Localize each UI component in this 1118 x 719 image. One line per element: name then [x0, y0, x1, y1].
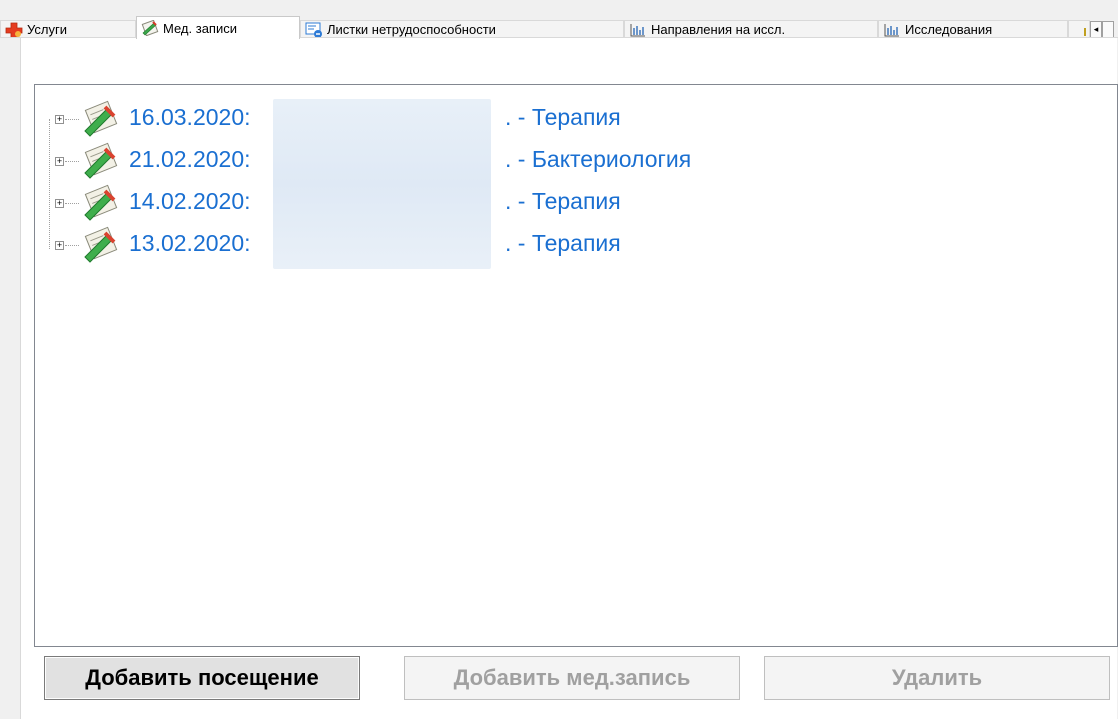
tab-strip: Услуги Мед. записи Листки нетрудоспособн…	[0, 0, 1118, 39]
tab-scroll-buttons: ◂	[1090, 21, 1114, 38]
research-chart-icon	[884, 23, 899, 36]
record-department: . - Терапия	[505, 104, 621, 130]
research-chart-icon	[630, 23, 645, 36]
tab-label: Мед. записи	[163, 20, 237, 36]
medical-record-icon	[141, 20, 159, 36]
record-department: . - Терапия	[505, 188, 621, 214]
add-medical-record-button[interactable]: Добавить мед.запись	[404, 656, 740, 700]
tab-scroll-right-button[interactable]	[1102, 21, 1114, 38]
expand-icon[interactable]: +	[55, 199, 64, 208]
tree-node-record[interactable]: + 14.02.2020: . - Терапия	[45, 183, 945, 223]
medical-records-tree[interactable]: + 16.03.2020: . - Терапия + 21.02.2020: …	[34, 84, 1118, 647]
record-date: 21.02.2020:	[129, 146, 251, 172]
tab-sick-leave[interactable]: Листки нетрудоспособности	[300, 20, 624, 38]
tab-partial[interactable]	[1068, 20, 1090, 38]
tree-connector-line	[65, 245, 79, 246]
tab-label: Исследования	[905, 22, 993, 37]
tree-connector-line	[65, 203, 79, 204]
tree-node-record[interactable]: + 16.03.2020: . - Терапия	[45, 99, 945, 139]
tab-medical-records[interactable]: Мед. записи	[136, 16, 300, 39]
tree-connector-line	[65, 119, 79, 120]
expand-icon[interactable]: +	[55, 115, 64, 124]
tab-research-referrals[interactable]: Направления на иссл.	[624, 20, 878, 38]
record-date: 13.02.2020:	[129, 230, 251, 256]
medical-record-icon	[84, 184, 118, 221]
redacted-area	[273, 99, 491, 269]
tree-node-record[interactable]: + 21.02.2020: . - Бактериология	[45, 141, 945, 181]
record-date: 14.02.2020:	[129, 188, 251, 214]
tab-label: Направления на иссл.	[651, 22, 786, 37]
tree-connector-line	[65, 161, 79, 162]
sick-leave-icon	[305, 22, 322, 38]
expand-icon[interactable]: +	[55, 241, 64, 250]
medical-record-icon	[84, 142, 118, 179]
medical-record-icon	[84, 100, 118, 137]
tab-partial-icon	[1084, 27, 1086, 36]
chevron-left-icon: ◂	[1093, 24, 1099, 34]
tab-services[interactable]: Услуги	[0, 20, 136, 38]
add-visit-button[interactable]: Добавить посещение	[44, 656, 360, 700]
tab-scroll-left-button[interactable]: ◂	[1090, 21, 1102, 38]
tab-label: Листки нетрудоспособности	[327, 22, 496, 37]
record-date: 16.03.2020:	[129, 104, 251, 130]
record-department: . - Терапия	[505, 230, 621, 256]
red-cross-icon	[5, 22, 23, 38]
tab-research[interactable]: Исследования	[878, 20, 1068, 38]
expand-icon[interactable]: +	[55, 157, 64, 166]
delete-button[interactable]: Удалить	[764, 656, 1110, 700]
tab-label: Услуги	[27, 22, 67, 37]
record-department: . - Бактериология	[505, 146, 692, 172]
tree-node-record[interactable]: + 13.02.2020: . - Терапия	[45, 225, 945, 265]
medical-record-icon	[84, 226, 118, 263]
